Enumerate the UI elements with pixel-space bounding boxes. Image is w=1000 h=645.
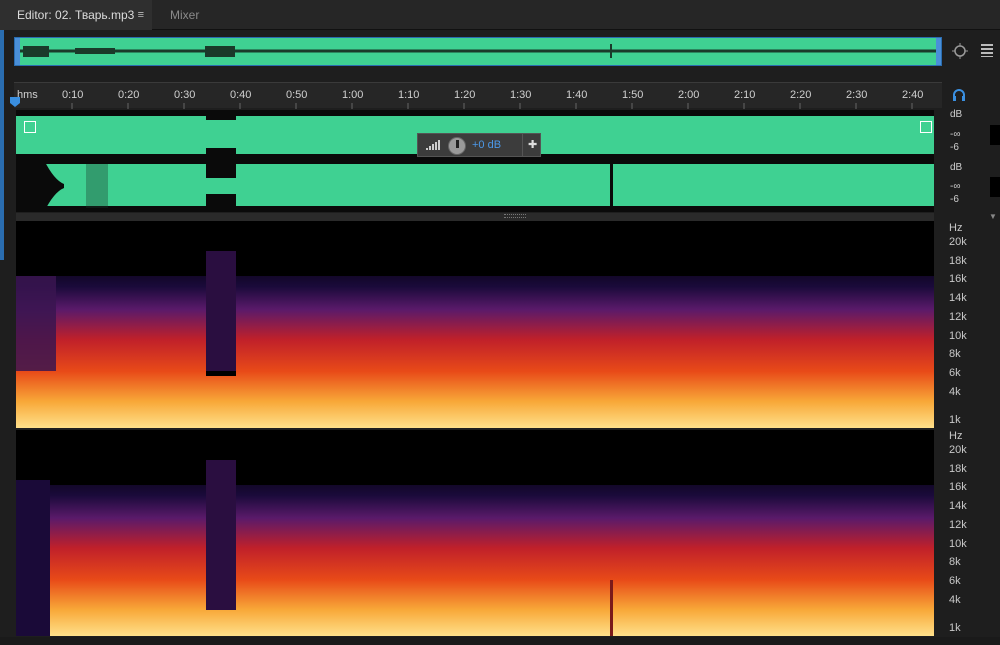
freq-label: 4k — [949, 594, 961, 606]
tab-mixer-label: Mixer — [170, 8, 200, 22]
headphones-icon[interactable] — [952, 88, 966, 102]
tab-menu-icon[interactable]: ≡ — [138, 0, 144, 30]
volume-value[interactable]: +0 dB — [472, 139, 501, 151]
frequency-axis-1: Hz 20k 18k 16k 14k 12k 10k 8k 6k 4k 1k — [946, 222, 1000, 428]
waveform-channel-2[interactable] — [16, 160, 934, 212]
spectral-channel-1-graphic — [16, 221, 934, 428]
hud-volume-control[interactable]: +0 dB ✚ — [417, 133, 541, 157]
tab-bar: Editor: 02. Тварь.mp3 ≡ Mixer — [0, 0, 1000, 30]
freq-label: 6k — [949, 575, 961, 587]
freq-label: 10k — [949, 330, 967, 342]
panel-focus-strip — [0, 30, 4, 260]
freq-label: 14k — [949, 292, 967, 304]
fade-in-handle-icon[interactable] — [24, 121, 36, 133]
freq-label: 14k — [949, 500, 967, 512]
playhead-marker-icon[interactable] — [9, 96, 21, 108]
meter-ch1-bar — [990, 125, 1000, 145]
meter-ch2-bar — [990, 177, 1000, 197]
zoom-icon[interactable] — [950, 42, 970, 62]
freq-label: 1k — [949, 622, 961, 634]
freq-label: 12k — [949, 519, 967, 531]
tab-editor-label: Editor: 02. Тварь.mp3 — [17, 8, 135, 22]
volume-knob[interactable] — [448, 137, 466, 155]
knob-indicator — [456, 140, 459, 148]
freq-label: 10k — [949, 538, 967, 550]
pin-icon[interactable]: ✚ — [528, 138, 537, 151]
spectral-channel-2[interactable] — [16, 430, 934, 636]
spectral-channel-1[interactable] — [16, 221, 934, 428]
freq-label: 16k — [949, 481, 967, 493]
freq-unit: Hz — [949, 430, 963, 442]
meter-ch1-inf: -∞ — [950, 129, 961, 140]
view-divider[interactable] — [16, 213, 934, 221]
tab-editor[interactable]: Editor: 02. Тварь.mp3 ≡ — [0, 0, 152, 30]
hud-separator — [522, 134, 523, 156]
panel-menu-icon[interactable] — [978, 42, 996, 62]
overview-right-handle[interactable] — [936, 38, 941, 65]
bottom-scrollbar[interactable] — [0, 637, 1000, 645]
freq-label: 8k — [949, 348, 961, 360]
spectral-channel-2-graphic — [16, 430, 934, 636]
volume-bars-icon — [426, 140, 440, 150]
fade-out-handle-icon[interactable] — [920, 121, 932, 133]
freq-label: 20k — [949, 236, 967, 248]
overview-waveform[interactable] — [14, 37, 942, 66]
freq-label: 18k — [949, 255, 967, 267]
waveform-channel-2-graphic — [16, 160, 934, 212]
meter-ch2-unit: dB — [950, 162, 963, 173]
freq-unit: Hz — [949, 222, 963, 234]
freq-label: 4k — [949, 386, 961, 398]
scroll-down-icon[interactable]: ▼ — [989, 212, 997, 221]
time-ruler[interactable]: hms 0:10 0:20 0:30 0:40 0:50 1:00 1:10 1… — [14, 82, 942, 109]
frequency-axis-2: Hz 20k 18k 16k 14k 12k 10k 8k 6k 4k 1k — [946, 430, 1000, 636]
freq-label: 1k — [949, 414, 961, 426]
meter-ch1-unit: dB — [950, 109, 963, 120]
tab-mixer[interactable]: Mixer — [153, 0, 223, 30]
overview-waveform-graphic — [20, 44, 936, 58]
meter-ch2-minus6: -6 — [950, 194, 959, 205]
meter-ch2-inf: -∞ — [950, 181, 961, 192]
freq-label: 16k — [949, 273, 967, 285]
freq-label: 12k — [949, 311, 967, 323]
freq-label: 8k — [949, 556, 961, 568]
meter-ch1-minus6: -6 — [950, 142, 959, 153]
freq-label: 20k — [949, 444, 967, 456]
divider-grip-icon[interactable] — [504, 214, 526, 218]
freq-label: 18k — [949, 463, 967, 475]
freq-label: 6k — [949, 367, 961, 379]
ruler-ticks — [71, 103, 913, 109]
overview-left-handle[interactable] — [15, 38, 20, 65]
